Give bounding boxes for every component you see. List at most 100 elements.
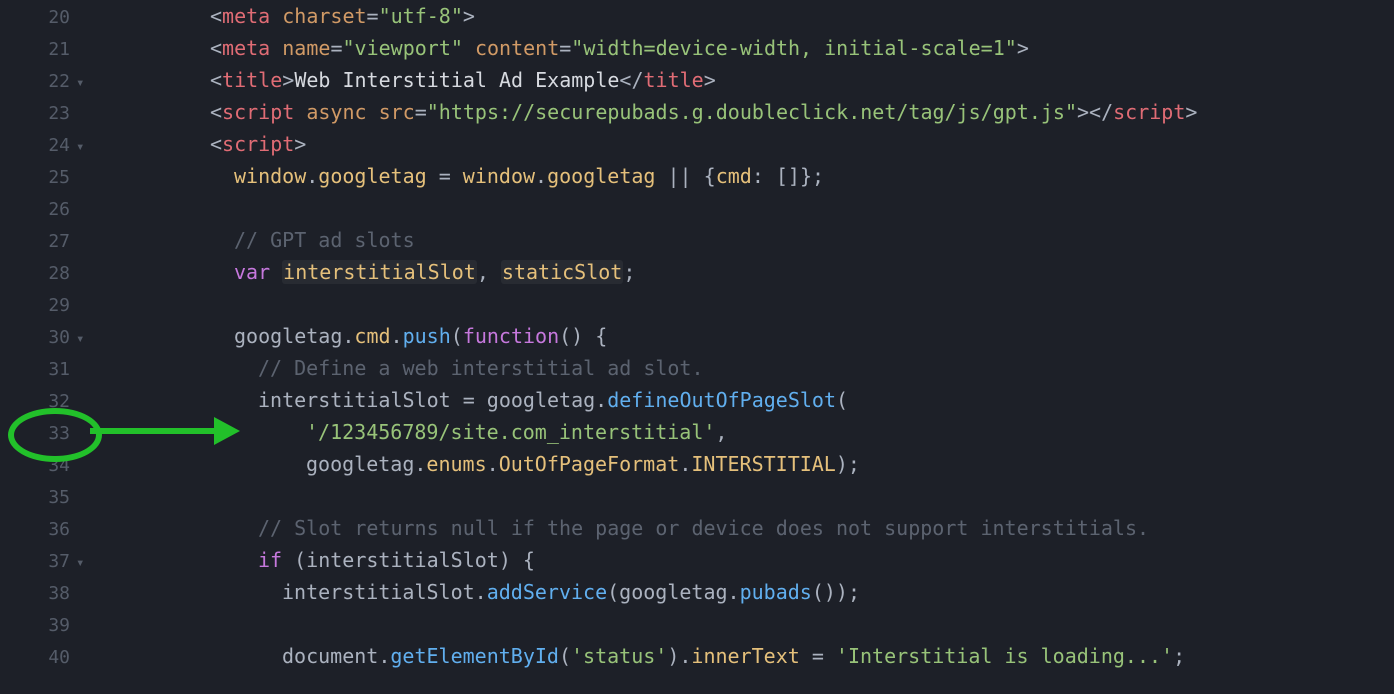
- code-line[interactable]: 32interstitialSlot = googletag.defineOut…: [0, 384, 1394, 416]
- code-line[interactable]: 30▾googletag.cmd.push(function() {: [0, 320, 1394, 352]
- token: addService: [487, 580, 607, 604]
- code-line[interactable]: 40 document.getElementById('status').inne…: [0, 640, 1394, 672]
- code-content[interactable]: <script async src="https://securepubads.…: [102, 96, 1394, 128]
- token: >: [1017, 36, 1029, 60]
- token: =: [330, 36, 342, 60]
- code-content[interactable]: <meta charset="utf-8">: [102, 0, 1394, 32]
- code-line[interactable]: 33 '/123456789/site.com_interstitial',: [0, 416, 1394, 448]
- code-content[interactable]: [102, 480, 1394, 512]
- code-content[interactable]: // Slot returns null if the page or devi…: [102, 512, 1394, 544]
- token: >: [1077, 100, 1089, 124]
- token: () {: [559, 324, 607, 348]
- code-content[interactable]: var interstitialSlot, staticSlot;: [102, 256, 1394, 288]
- fold-toggle-icon[interactable]: ▾: [76, 323, 102, 355]
- code-line[interactable]: 34googletag.enums.OutOfPageFormat.INTERS…: [0, 448, 1394, 480]
- code-content[interactable]: window.googletag = window.googletag || {…: [102, 160, 1394, 192]
- token: googletag: [318, 164, 426, 188]
- code-content[interactable]: // Define a web interstitial ad slot.: [102, 352, 1394, 384]
- token: <: [210, 36, 222, 60]
- token: title: [222, 68, 282, 92]
- token: push: [403, 324, 451, 348]
- token: : []};: [752, 164, 824, 188]
- code-line[interactable]: 31 // Define a web interstitial ad slot.: [0, 352, 1394, 384]
- code-content[interactable]: <meta name="viewport" content="width=dev…: [102, 32, 1394, 64]
- code-content[interactable]: [102, 608, 1394, 640]
- line-number: 28: [0, 258, 76, 290]
- fold-toggle-icon[interactable]: ▾: [76, 131, 102, 163]
- code-line[interactable]: 21<meta name="viewport" content="width=d…: [0, 32, 1394, 64]
- token: <: [210, 4, 222, 28]
- line-number: 30: [0, 322, 76, 354]
- token: .: [306, 164, 318, 188]
- token: if: [258, 548, 294, 572]
- code-content[interactable]: [102, 192, 1394, 224]
- token: INTERSTITIAL: [691, 452, 836, 476]
- token: var: [234, 260, 282, 284]
- code-line[interactable]: 25window.googletag = window.googletag ||…: [0, 160, 1394, 192]
- code-content[interactable]: if (interstitialSlot) {: [102, 544, 1394, 576]
- code-line[interactable]: 28 var interstitialSlot, staticSlot;: [0, 256, 1394, 288]
- code-line[interactable]: 36// Slot returns null if the page or de…: [0, 512, 1394, 544]
- code-content[interactable]: document.getElementById('status').innerT…: [102, 640, 1394, 672]
- token: interstitialSlot: [282, 260, 477, 284]
- token: charset: [270, 4, 366, 28]
- code-content[interactable]: interstitialSlot = googletag.defineOutOf…: [102, 384, 1394, 416]
- token: content: [463, 36, 559, 60]
- token: cmd: [716, 164, 752, 188]
- fold-toggle-icon[interactable]: ▾: [76, 67, 102, 99]
- token: =: [415, 100, 427, 124]
- token: // Define a web interstitial ad slot.: [258, 356, 704, 380]
- token: script: [1113, 100, 1185, 124]
- token: // GPT ad slots: [234, 228, 415, 252]
- fold-toggle-icon[interactable]: ▾: [76, 547, 102, 579]
- code-line[interactable]: 20 <meta charset="utf-8">: [0, 0, 1394, 32]
- code-content[interactable]: googletag.enums.OutOfPageFormat.INTERSTI…: [102, 448, 1394, 480]
- token: async: [294, 100, 366, 124]
- line-number: 39: [0, 610, 76, 642]
- token: =: [463, 388, 487, 412]
- code-line[interactable]: 27// GPT ad slots: [0, 224, 1394, 256]
- token: >: [294, 132, 306, 156]
- code-content[interactable]: <title>Web Interstitial Ad Example</titl…: [102, 64, 1394, 96]
- code-line[interactable]: 39: [0, 608, 1394, 640]
- code-line[interactable]: 26: [0, 192, 1394, 224]
- token: meta: [222, 4, 270, 28]
- line-number: 24: [0, 130, 76, 162]
- code-content[interactable]: <script>: [102, 128, 1394, 160]
- code-content[interactable]: [102, 288, 1394, 320]
- token: title: [644, 68, 704, 92]
- token: .: [595, 388, 607, 412]
- token: </: [619, 68, 643, 92]
- code-line[interactable]: 23<script async src="https://securepubad…: [0, 96, 1394, 128]
- code-line[interactable]: 22▾<title>Web Interstitial Ad Example</t…: [0, 64, 1394, 96]
- line-number: 22: [0, 66, 76, 98]
- token: interstitialSlot: [258, 388, 463, 412]
- code-line[interactable]: 29: [0, 288, 1394, 320]
- line-number: 20: [0, 2, 76, 34]
- line-number: 40: [0, 642, 76, 674]
- token: .: [728, 580, 740, 604]
- code-content[interactable]: // GPT ad slots: [102, 224, 1394, 256]
- code-line[interactable]: 38interstitialSlot.addService(googletag.…: [0, 576, 1394, 608]
- code-line[interactable]: 37▾if (interstitialSlot) {: [0, 544, 1394, 576]
- code-content[interactable]: '/123456789/site.com_interstitial',: [102, 416, 1394, 448]
- token: '/123456789/site.com_interstitial': [306, 420, 715, 444]
- line-number: 33: [0, 418, 76, 450]
- token: staticSlot: [501, 260, 623, 284]
- token: =: [367, 4, 379, 28]
- token: document: [282, 644, 378, 668]
- code-line[interactable]: 35: [0, 480, 1394, 512]
- token: ());: [812, 580, 860, 604]
- token: "utf-8": [379, 4, 463, 28]
- code-editor[interactable]: 20<meta charset="utf-8">21<meta name="vi…: [0, 0, 1394, 672]
- code-line[interactable]: 24▾<script>: [0, 128, 1394, 160]
- token: .: [414, 452, 426, 476]
- line-number: 31: [0, 354, 76, 386]
- token: <: [210, 100, 222, 124]
- token: (: [559, 644, 571, 668]
- token: googletag: [619, 580, 727, 604]
- code-content[interactable]: googletag.cmd.push(function() {: [102, 320, 1394, 352]
- token: OutOfPageFormat: [499, 452, 680, 476]
- code-content[interactable]: interstitialSlot.addService(googletag.pu…: [102, 576, 1394, 608]
- token: .: [378, 644, 390, 668]
